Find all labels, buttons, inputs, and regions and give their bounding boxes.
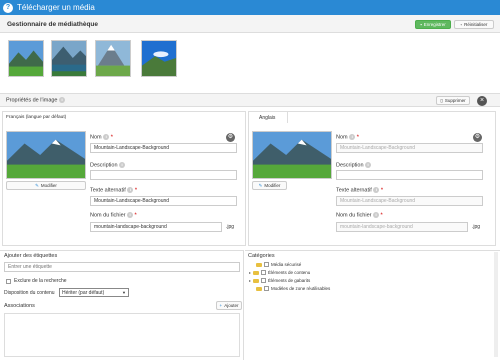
image-thumbnail[interactable] <box>95 40 131 77</box>
tags-title: Ajouter des étiquettes <box>4 253 58 259</box>
filename-field[interactable]: mountain-landscape-background <box>90 222 222 232</box>
exclude-search-label: Exclure de la recherche <box>14 278 67 284</box>
alt-text-field[interactable]: Mountain-Landscape-Background <box>336 196 483 206</box>
filename-label: Nom du fichier i * <box>336 212 383 219</box>
folder-icon <box>253 270 260 275</box>
expand-icon[interactable]: ▸ <box>249 270 251 275</box>
window-titlebar: ? Télécharger un média <box>0 0 500 15</box>
file-extension: .jpg <box>226 224 235 230</box>
category-checkbox[interactable] <box>264 286 269 291</box>
document-icon: ▫ <box>460 22 463 27</box>
category-checkbox[interactable] <box>261 278 267 283</box>
required-marker: * <box>110 134 113 141</box>
properties-title: Propriétés de l'image i <box>6 97 66 104</box>
save-icon: ▪ <box>420 22 422 27</box>
category-item[interactable]: Média sécurisé <box>256 262 301 267</box>
info-icon: i <box>127 212 133 218</box>
name-label: Nom i * <box>90 134 113 141</box>
alt-text-label: Texte alternatif i * <box>90 187 137 194</box>
gear-icon[interactable]: ⚙ <box>473 133 482 142</box>
file-extension: .jpg <box>472 224 481 230</box>
save-button[interactable]: ▪ Enregistrer <box>415 20 451 29</box>
filename-label: Nom du fichier i * <box>90 212 137 219</box>
window-title: Télécharger un média <box>17 3 95 12</box>
edit-image-button[interactable]: ✎ Modifier <box>6 181 86 190</box>
description-label: Description i <box>336 162 372 168</box>
reset-button[interactable]: ▫ Réinitialiser <box>454 20 494 29</box>
category-item[interactable]: ▸ Éléments de contenu <box>249 270 310 275</box>
alt-text-field[interactable]: Mountain-Landscape-Background <box>90 196 237 206</box>
info-icon: i <box>373 212 379 218</box>
required-marker: * <box>380 187 383 194</box>
info-icon: i <box>365 162 372 168</box>
info-icon: i <box>127 187 134 193</box>
display-label: Disposition du contenu <box>4 290 55 296</box>
image-thumbnail[interactable] <box>51 40 87 77</box>
scrollbar[interactable] <box>494 252 498 357</box>
filename-field[interactable]: mountain-landscape-background <box>336 222 468 232</box>
description-field[interactable] <box>90 170 237 180</box>
folder-lock-icon <box>256 262 262 267</box>
associations-list <box>4 313 240 357</box>
categories-title: Catégories <box>248 253 275 259</box>
exclude-search-checkbox[interactable] <box>6 279 11 284</box>
delete-button[interactable]: ▯ Supprimer <box>436 96 470 105</box>
folder-icon <box>256 286 262 291</box>
image-properties-bar <box>0 93 500 107</box>
image-thumbnail[interactable] <box>8 40 44 77</box>
folder-icon <box>253 278 260 283</box>
pencil-icon: ✎ <box>258 182 263 188</box>
close-icon[interactable]: × <box>477 96 487 106</box>
required-marker: * <box>134 187 137 194</box>
category-item[interactable]: ▸ Éléments de gabarits <box>249 278 310 283</box>
add-association-button[interactable]: + Ajouter <box>216 301 242 310</box>
info-icon: i <box>373 187 380 193</box>
gear-icon[interactable]: ⚙ <box>226 133 235 142</box>
description-label: Description i <box>90 162 126 168</box>
associations-title: Associations <box>4 303 35 309</box>
image-thumbnail[interactable] <box>141 40 177 77</box>
category-item[interactable]: Modèles de zone réutilisables <box>256 286 330 291</box>
help-icon[interactable]: ? <box>3 2 13 13</box>
required-marker: * <box>356 134 359 141</box>
required-marker: * <box>134 212 137 219</box>
edit-image-button[interactable]: ✎ Modifier <box>252 181 287 190</box>
tab-english[interactable]: Anglais <box>248 111 288 123</box>
info-icon: i <box>119 162 126 168</box>
category-checkbox[interactable] <box>264 262 269 267</box>
alt-text-label: Texte alternatif i * <box>336 187 383 194</box>
name-label: Nom i * <box>336 134 359 141</box>
info-icon: i <box>59 97 66 103</box>
name-field[interactable]: Mountain-Landscape-Background <box>336 143 483 153</box>
info-icon: i <box>103 134 110 140</box>
pencil-icon: ✎ <box>35 182 39 188</box>
info-icon: i <box>349 134 356 140</box>
display-select[interactable]: Hériter (par défaut) ▼ <box>59 288 129 297</box>
name-field[interactable]: Mountain-Landscape-Background <box>90 143 237 153</box>
required-marker: * <box>380 212 383 219</box>
page-title: Gestionnaire de médiathèque <box>7 21 99 28</box>
tag-input[interactable] <box>4 262 240 272</box>
tab-french[interactable]: Français (langue par défaut) <box>6 115 66 120</box>
chevron-down-icon: ▼ <box>122 290 126 295</box>
category-checkbox[interactable] <box>261 270 267 275</box>
trash-icon: ▯ <box>440 97 443 103</box>
properties-title-text: Propriétés de l'image <box>6 97 58 104</box>
expand-icon[interactable]: ▸ <box>249 278 251 283</box>
image-preview <box>6 131 86 179</box>
image-preview <box>252 131 332 179</box>
plus-icon: + <box>219 303 223 308</box>
description-field[interactable] <box>336 170 483 180</box>
